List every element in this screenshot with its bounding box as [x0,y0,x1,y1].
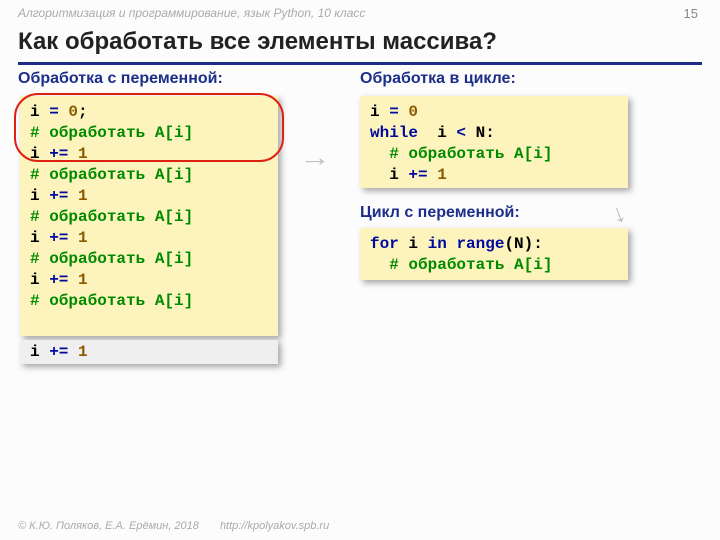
arrow-down-icon: → [604,196,642,231]
subtitle-left: Обработка с переменной: [18,70,223,88]
breadcrumb: Алгоритмизация и программирование, язык … [18,6,365,20]
page-number: 15 [684,6,698,21]
subtitle-right-2: Цикл с переменной: [360,204,520,222]
title-underline [18,62,702,65]
footer-copyright: © К.Ю. Поляков, Е.А. Ерёмин, 2018 [18,520,199,532]
code-block-variable-extra: i += 1 [20,340,278,364]
code-block-variable: i = 0; # обработать A[i] i += 1 # обрабо… [20,96,278,336]
code-block-for: for i in range(N): # обработать A[i] [360,228,628,280]
subtitle-right-1: Обработка в цикле: [360,70,516,88]
footer-url: http://kpolyakov.spb.ru [220,520,329,532]
page-title: Как обработать все элементы массива? [18,28,497,56]
code-block-while: i = 0 while i < N: # обработать A[i] i +… [360,96,628,188]
footer: © К.Ю. Поляков, Е.А. Ерёмин, 2018 http:/… [18,520,347,532]
arrow-right-icon: → [299,142,330,173]
